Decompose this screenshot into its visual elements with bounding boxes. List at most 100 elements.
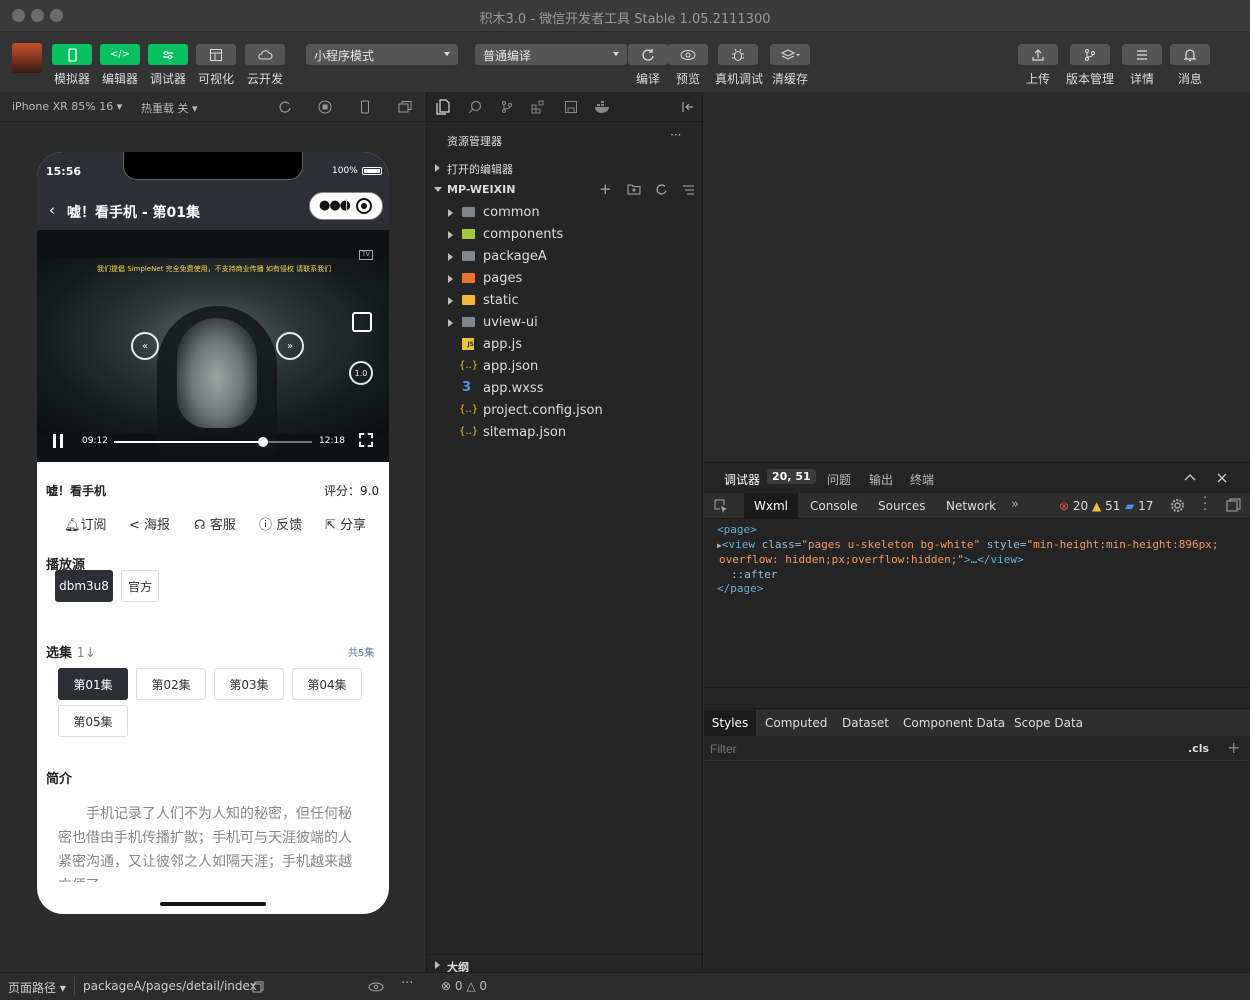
outline-section[interactable]: 大纲	[427, 954, 704, 974]
mode-select[interactable]: 小程序模式	[306, 44, 458, 65]
tab-styles[interactable]: Styles	[704, 710, 756, 736]
sort-icon[interactable]: 1↓	[77, 646, 96, 661]
debugger-toggle-button[interactable]	[148, 44, 188, 65]
device-select[interactable]: iPhone XR 85% 16 ▾	[12, 100, 122, 113]
messages-button[interactable]	[1170, 44, 1210, 65]
source-official[interactable]: 官方	[121, 570, 159, 602]
file-tree-item[interactable]: static	[427, 290, 704, 312]
problem-summary[interactable]: ⊗ 0 △ 0	[441, 979, 487, 993]
tab-wxml[interactable]: Wxml	[744, 493, 798, 519]
source-dbm3u8[interactable]: dbm3u8	[55, 570, 113, 602]
page-path-menu[interactable]: 页面路径 ▾	[8, 979, 66, 996]
editor-toggle-button[interactable]: </>	[100, 44, 140, 65]
cloud-dev-button[interactable]	[245, 44, 285, 65]
episode-2[interactable]: 第02集	[136, 668, 206, 700]
progress-track[interactable]	[114, 441, 312, 443]
more-tabs-icon[interactable]: »	[1011, 497, 1019, 512]
project-section[interactable]: MP-WEIXIN +	[427, 180, 704, 200]
compile-select[interactable]: 普通编译	[475, 44, 627, 65]
wxml-page-close[interactable]: </page>	[717, 582, 1247, 597]
file-tree-item[interactable]: pages	[427, 268, 704, 290]
tab-network[interactable]: Network	[946, 499, 996, 513]
subscribe-action[interactable]: 🔔︎订阅	[64, 514, 107, 533]
fullscreen-icon[interactable]	[352, 312, 372, 332]
share-action[interactable]: ⇱ 分享	[325, 514, 366, 533]
episode-5[interactable]: 第05集	[58, 705, 128, 737]
file-tree-item[interactable]: components	[427, 224, 704, 246]
collapse-panel-icon[interactable]	[681, 100, 695, 114]
details-button[interactable]	[1122, 44, 1162, 65]
close-icon[interactable]	[1217, 473, 1227, 483]
tab-scope-data[interactable]: Scope Data	[1014, 716, 1083, 730]
cls-toggle[interactable]: .cls	[1188, 742, 1209, 755]
file-tree-item[interactable]: {..} sitemap.json	[427, 422, 704, 444]
tab-output[interactable]: 输出	[869, 471, 893, 488]
file-tree-item[interactable]: {..} app.json	[427, 356, 704, 378]
warning-count[interactable]: ▲ 51	[1092, 499, 1120, 513]
tab-computed[interactable]: Computed	[765, 716, 827, 730]
window-icon[interactable]	[398, 100, 412, 114]
service-action[interactable]: ☊ 客服	[194, 514, 236, 533]
clear-cache-button[interactable]	[770, 44, 810, 65]
pause-icon[interactable]	[53, 434, 56, 448]
hot-reload-select[interactable]: 热重载 关 ▾	[141, 100, 198, 116]
preview-button[interactable]	[668, 44, 708, 65]
new-file-icon[interactable]: +	[599, 180, 612, 198]
chevron-up-icon[interactable]	[1184, 473, 1196, 481]
episode-3[interactable]: 第03集	[214, 668, 284, 700]
compile-button[interactable]	[628, 44, 668, 65]
wxml-after[interactable]: ::after	[717, 568, 1247, 583]
episode-1[interactable]: 第01集	[58, 668, 128, 700]
video-player[interactable]: TV 我们提倡 SimpleNet 完全免费使用，不支持商业传播 如有侵权 请联…	[37, 230, 389, 462]
capsule-menu[interactable]: ●●●	[309, 192, 383, 220]
add-rule-icon[interactable]: +	[1227, 738, 1240, 757]
tab-sources[interactable]: Sources	[878, 499, 925, 513]
file-tree-item[interactable]: {..} project.config.json	[427, 400, 704, 422]
tv-icon[interactable]: TV	[359, 250, 373, 260]
speed-icon[interactable]: 1.0	[349, 361, 373, 385]
refresh-icon[interactable]	[655, 183, 668, 196]
more-icon[interactable]: ···	[401, 976, 413, 991]
copy-icon[interactable]	[252, 981, 264, 993]
tab-debugger[interactable]: 调试器	[724, 471, 760, 488]
fast-forward-icon[interactable]: »	[276, 332, 304, 360]
open-editors-section[interactable]: 打开的编辑器	[427, 158, 704, 178]
back-icon[interactable]: ‹	[49, 201, 55, 219]
close-mini-icon[interactable]	[356, 198, 372, 214]
expand-icon[interactable]	[359, 433, 373, 447]
files-icon[interactable]	[436, 99, 450, 115]
episode-4[interactable]: 第04集	[292, 668, 362, 700]
tab-problems[interactable]: 问题	[827, 471, 851, 488]
progress-handle[interactable]	[257, 437, 268, 447]
file-tree-item[interactable]: 3 app.wxss	[427, 378, 704, 400]
dock-icon[interactable]	[1226, 498, 1241, 513]
avatar[interactable]	[12, 43, 42, 73]
file-tree-item[interactable]: packageA	[427, 246, 704, 268]
save-icon[interactable]	[564, 100, 578, 114]
inspect-icon[interactable]	[714, 499, 728, 513]
collapse-all-icon[interactable]	[682, 184, 695, 196]
splitter[interactable]	[704, 687, 1250, 709]
docker-icon[interactable]	[594, 100, 612, 114]
error-count[interactable]: ⊗ 20	[1059, 499, 1088, 513]
wxml-page-open[interactable]: <page>	[717, 523, 1247, 538]
remote-debug-button[interactable]	[718, 44, 758, 65]
visual-toggle-button[interactable]	[196, 44, 236, 65]
info-count[interactable]: ▰ 17	[1125, 499, 1153, 513]
eye-icon[interactable]	[368, 982, 384, 992]
rotate-icon[interactable]	[278, 100, 292, 114]
kebab-icon[interactable]: · · ·	[1203, 492, 1207, 517]
version-button[interactable]	[1070, 44, 1110, 65]
poster-action[interactable]: < 海报	[129, 514, 170, 533]
stop-icon[interactable]	[318, 100, 332, 114]
rewind-icon[interactable]: «	[131, 332, 159, 360]
new-folder-icon[interactable]	[627, 183, 641, 195]
extensions-icon[interactable]	[531, 100, 545, 114]
tab-console[interactable]: Console	[810, 499, 858, 513]
more-icon[interactable]: ···	[670, 128, 681, 142]
file-tree-item[interactable]: common	[427, 202, 704, 224]
file-tree-item[interactable]: JS app.js	[427, 334, 704, 356]
phone-icon[interactable]	[358, 100, 372, 114]
styles-filter-input[interactable]	[708, 739, 1178, 759]
source-control-icon[interactable]	[500, 100, 514, 114]
